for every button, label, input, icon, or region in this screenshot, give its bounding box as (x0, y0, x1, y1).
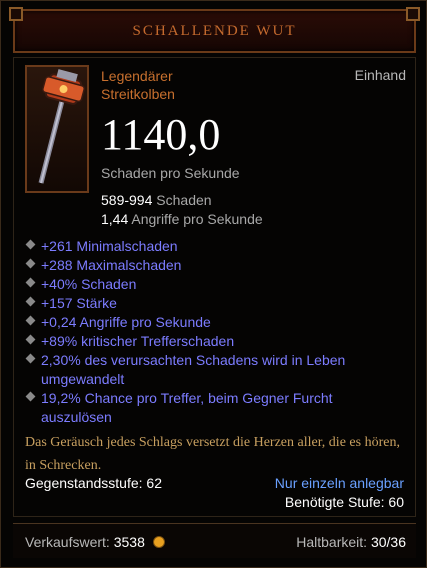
bind-restriction: Nur einzeln anlegbar (274, 475, 404, 491)
durability: Haltbarkeit: 30/36 (296, 534, 406, 550)
diamond-bullet-icon (25, 258, 36, 269)
dps-label: Schaden pro Sekunde (101, 165, 240, 181)
damage-value: 589-994 (101, 192, 153, 208)
dps-value: 1140,0 (101, 110, 221, 159)
item-level: Gegenstandsstufe: 62 (25, 475, 162, 491)
item-type: Legendärer Streitkolben (101, 67, 175, 103)
diamond-bullet-icon (25, 334, 36, 345)
diamond-bullet-icon (25, 277, 36, 288)
gold-coin-icon (152, 536, 165, 548)
diamond-bullet-icon (25, 315, 36, 326)
affix-item: +89% kritischer Trefferschaden (25, 332, 405, 351)
sell-value: Verkaufswert: 3538 (25, 534, 165, 550)
item-class-label: Streitkolben (101, 86, 175, 102)
affix-item: +261 Minimalschaden (25, 237, 405, 256)
aps-label: Angriffe pro Sekunde (131, 211, 263, 227)
item-title: SCHALLENDE WUT (132, 23, 297, 39)
diamond-bullet-icon (25, 391, 36, 402)
tooltip-footer: Verkaufswert: 3538 Haltbarkeit: 30/36 (13, 523, 416, 558)
mace-icon (38, 69, 85, 184)
durability-label: Haltbarkeit: (296, 534, 368, 550)
affix-item: +288 Maximalschaden (25, 256, 405, 275)
aps-stat: 1,44 Angriffe pro Sekunde (101, 211, 263, 227)
affix-item: 2,30% des verursachten Schadens wird in … (25, 351, 405, 389)
slot-label: Einhand (354, 67, 406, 83)
item-tooltip: SCHALLENDE WUT Legendärer Streitkolben E… (0, 0, 427, 568)
damage-stat: 589-994 Schaden (101, 192, 212, 208)
diamond-bullet-icon (25, 296, 36, 307)
diamond-bullet-icon (25, 353, 36, 364)
sell-amount: 3538 (113, 534, 145, 550)
aps-value: 1,44 (101, 211, 129, 227)
affix-item: +0,24 Angriffe pro Sekunde (25, 313, 405, 332)
flavor-text: Das Geräusch jedes Schlags versetzt die … (25, 435, 400, 473)
affix-item: +40% Schaden (25, 275, 405, 294)
required-level: Benötigte Stufe: 60 (284, 494, 404, 510)
rarity-label: Legendärer (101, 68, 173, 84)
affix-item: 19,2% Chance pro Treffer, beim Gegner Fu… (25, 389, 405, 427)
damage-label: Schaden (156, 192, 212, 208)
affix-item: +157 Stärke (25, 294, 405, 313)
sell-label: Verkaufswert: (25, 534, 110, 550)
affix-list: +261 Minimalschaden +288 Maximalschaden … (25, 237, 405, 427)
title-bar: SCHALLENDE WUT (9, 7, 420, 53)
durability-value: 30/36 (370, 534, 406, 550)
item-icon-frame[interactable] (25, 65, 89, 193)
diamond-bullet-icon (25, 239, 36, 250)
